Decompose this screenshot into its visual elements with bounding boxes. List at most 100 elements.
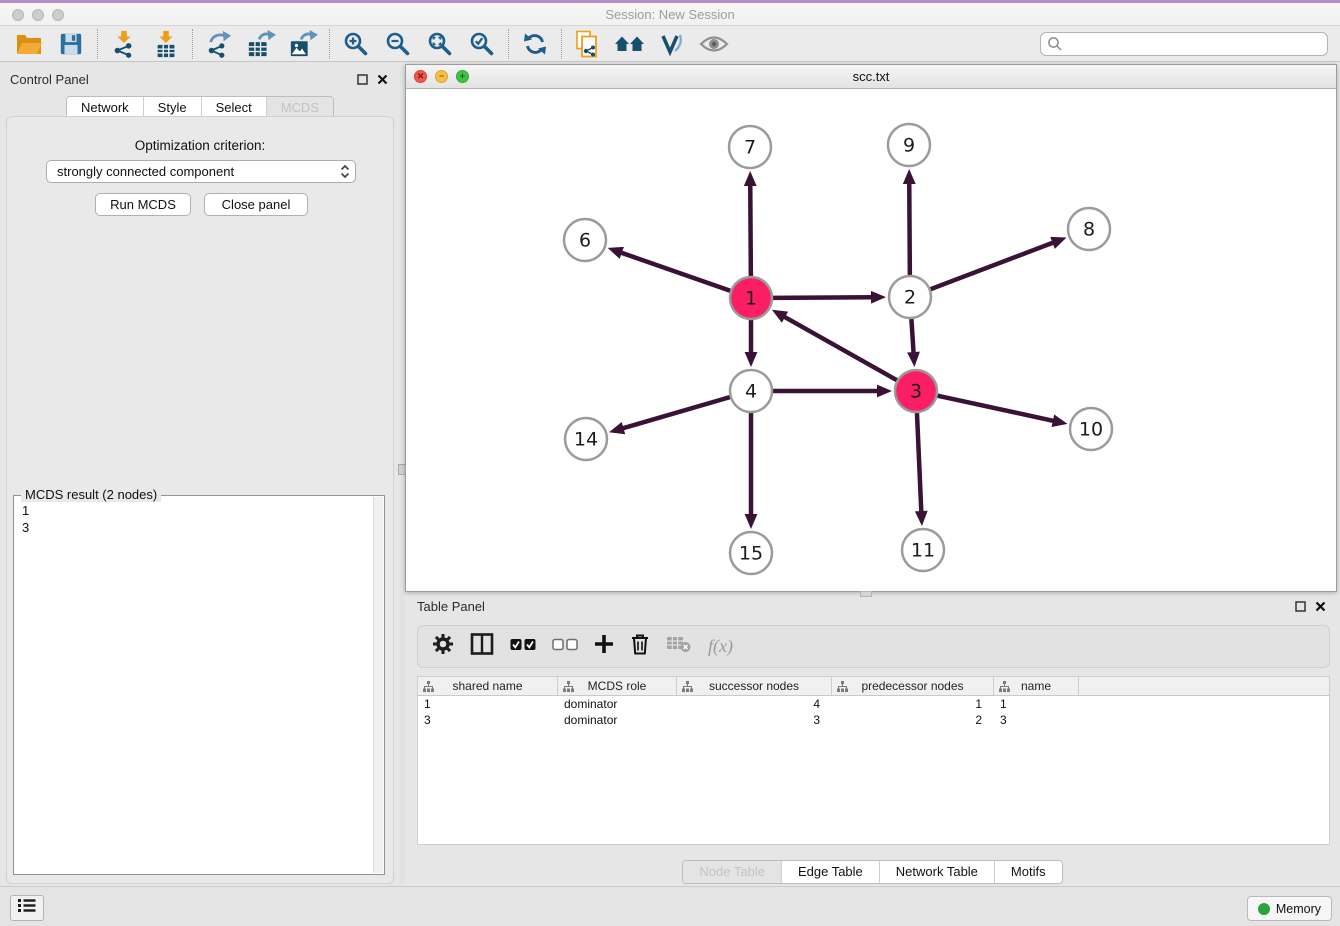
function-builder-icon[interactable]: f(x): [708, 636, 733, 657]
cell-shared-name[interactable]: 3: [418, 712, 558, 728]
network-canvas[interactable]: 7 9 6 8 1 2 4 3 14 10 15 11: [406, 89, 1336, 591]
edge-1-7[interactable]: [744, 171, 757, 276]
refresh-view-icon[interactable]: [514, 28, 556, 60]
close-panel-icon[interactable]: [377, 72, 388, 90]
edge-4-3[interactable]: [773, 385, 892, 398]
zoom-in-icon[interactable]: [335, 28, 377, 60]
column-header-successor-nodes[interactable]: successor nodes: [677, 677, 832, 695]
cell-shared-name[interactable]: 1: [418, 696, 558, 712]
run-mcds-button[interactable]: Run MCDS: [95, 193, 191, 216]
node-14[interactable]: 14: [565, 418, 607, 460]
network-title: scc.txt: [406, 69, 1336, 84]
column-header-mcds-role[interactable]: MCDS role: [558, 677, 677, 695]
close-panel-button[interactable]: Close panel: [204, 193, 308, 216]
import-network-icon[interactable]: [103, 28, 145, 60]
cell-name[interactable]: 3: [994, 712, 1079, 728]
cell-predecessor-nodes[interactable]: 2: [832, 712, 994, 728]
tab-network-table[interactable]: Network Table: [879, 861, 994, 883]
clone-network-icon[interactable]: [567, 28, 609, 60]
column-label: predecessor nodes: [861, 679, 963, 693]
search-input[interactable]: [1040, 32, 1328, 56]
add-column-icon[interactable]: [594, 634, 614, 659]
edge-3-11[interactable]: [915, 413, 928, 526]
tab-mcds[interactable]: MCDS: [266, 97, 333, 118]
edge-2-3[interactable]: [907, 319, 920, 367]
node-table: shared nameMCDS rolesuccessor nodes prede…: [417, 676, 1330, 845]
column-type-icon: [563, 681, 574, 695]
node-1[interactable]: 1: [730, 277, 772, 319]
zoom-selected-icon[interactable]: [461, 28, 503, 60]
node-9[interactable]: 9: [888, 124, 930, 166]
result-scrollbar[interactable]: [373, 497, 383, 873]
column-header-shared-name[interactable]: shared name: [418, 677, 558, 695]
tab-edge-table[interactable]: Edge Table: [781, 861, 879, 883]
node-6[interactable]: 6: [564, 219, 606, 261]
task-history-button[interactable]: [10, 895, 44, 921]
cell-predecessor-nodes[interactable]: 1: [832, 696, 994, 712]
app-titlebar: Session: New Session: [0, 0, 1340, 26]
network-window-titlebar[interactable]: ✕ − + scc.txt: [406, 65, 1336, 89]
deselect-all-icon[interactable]: [552, 638, 578, 656]
column-header-predecessor-nodes[interactable]: predecessor nodes: [832, 677, 994, 695]
cell-successor-nodes[interactable]: 3: [677, 712, 832, 728]
import-table-icon[interactable]: [145, 28, 187, 60]
tab-node-table[interactable]: Node Table: [683, 861, 781, 883]
node-11[interactable]: 11: [902, 529, 944, 571]
node-10[interactable]: 10: [1070, 408, 1112, 450]
edge-1-6[interactable]: [608, 247, 731, 291]
edge-3-10[interactable]: [937, 396, 1067, 427]
edge-3-1[interactable]: [772, 310, 897, 380]
edge-2-9[interactable]: [903, 169, 916, 275]
show-column-icon[interactable]: [470, 633, 494, 660]
edge-4-14[interactable]: [609, 397, 730, 434]
svg-text:6: 6: [579, 230, 591, 252]
edge-1-2[interactable]: [773, 291, 886, 304]
edge-2-8[interactable]: [931, 237, 1067, 289]
cell-successor-nodes[interactable]: 4: [677, 696, 832, 712]
table-row[interactable]: 3dominator323: [418, 712, 1329, 728]
node-7[interactable]: 7: [729, 126, 771, 168]
cell-mcds-role[interactable]: dominator: [558, 696, 677, 712]
edge-4-15[interactable]: [745, 413, 758, 529]
float-panel-icon[interactable]: [357, 72, 368, 90]
svg-text:15: 15: [739, 543, 763, 565]
node-8[interactable]: 8: [1068, 208, 1110, 250]
tab-network[interactable]: Network: [67, 97, 143, 118]
cell-name[interactable]: 1: [994, 696, 1079, 712]
memory-button[interactable]: Memory: [1247, 896, 1332, 921]
memory-label: Memory: [1276, 902, 1321, 916]
table-options-icon[interactable]: [432, 633, 454, 660]
node-2[interactable]: 2: [889, 276, 931, 318]
criterion-dropdown[interactable]: strongly connected component: [46, 160, 356, 183]
table-body: 1dominator4113dominator323: [418, 696, 1329, 728]
column-label: name: [1021, 679, 1051, 693]
first-neighbors-icon[interactable]: [609, 28, 651, 60]
tab-motifs[interactable]: Motifs: [994, 861, 1062, 883]
edge-1-4[interactable]: [745, 320, 758, 367]
delete-table-icon[interactable]: [666, 634, 692, 659]
network-window: ✕ − + scc.txt 7 9 6 8 1 2 4 3 14 10 15 11: [405, 64, 1337, 592]
export-table-icon[interactable]: [240, 28, 282, 60]
save-session-icon[interactable]: [50, 28, 92, 60]
export-image-icon[interactable]: [282, 28, 324, 60]
node-4[interactable]: 4: [730, 370, 772, 412]
node-15[interactable]: 15: [730, 532, 772, 574]
tab-style[interactable]: Style: [143, 97, 201, 118]
select-all-icon[interactable]: [510, 638, 536, 656]
list-icon: [18, 898, 36, 918]
cell-mcds-role[interactable]: dominator: [558, 712, 677, 728]
column-header-name[interactable]: name: [994, 677, 1079, 695]
zoom-out-icon[interactable]: [377, 28, 419, 60]
open-session-icon[interactable]: [8, 28, 50, 60]
tab-select[interactable]: Select: [201, 97, 266, 118]
delete-column-icon[interactable]: [630, 633, 650, 660]
show-graphics-details-icon[interactable]: [693, 28, 735, 60]
cytoscape-bird-icon[interactable]: [651, 28, 693, 60]
node-3[interactable]: 3: [895, 370, 937, 412]
column-type-icon: [682, 681, 693, 695]
zoom-fit-icon[interactable]: [419, 28, 461, 60]
float-panel-icon[interactable]: [1295, 599, 1306, 617]
table-row[interactable]: 1dominator411: [418, 696, 1329, 712]
export-network-icon[interactable]: [198, 28, 240, 60]
close-panel-icon[interactable]: [1315, 599, 1326, 617]
